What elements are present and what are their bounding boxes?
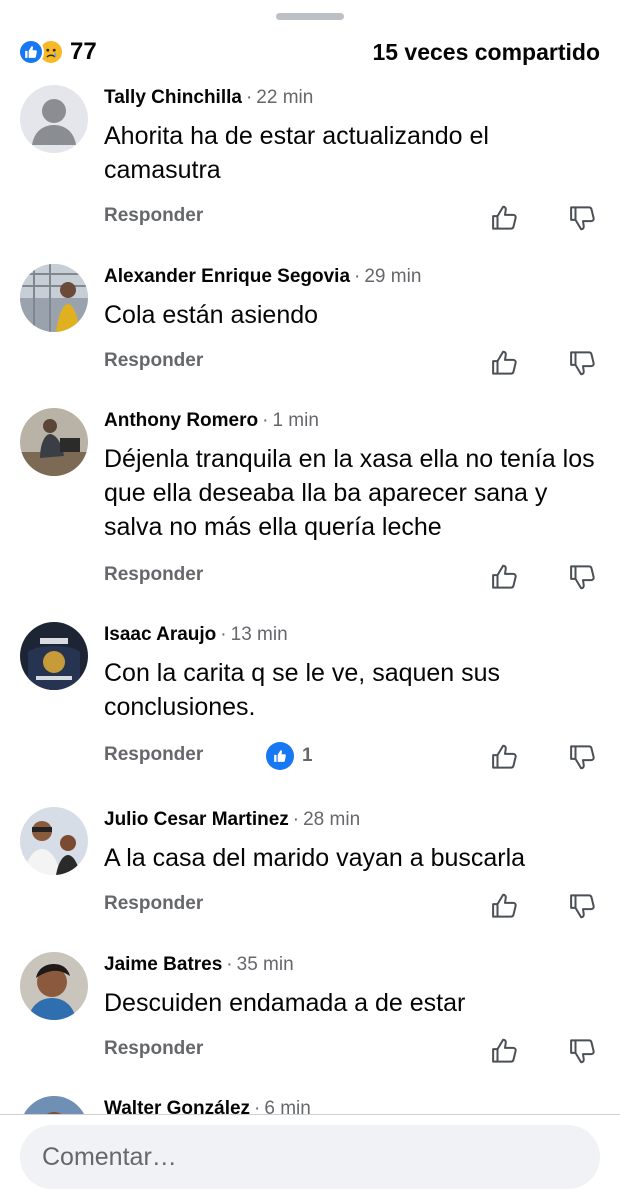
comment-actions: Responder bbox=[104, 350, 598, 380]
comment-meta: Julio Cesar Martinez · 28 min bbox=[104, 809, 361, 830]
commenter-name[interactable]: Tally Chinchilla bbox=[104, 87, 242, 108]
comment-meta: Jaime Batres · 35 min bbox=[104, 954, 294, 975]
comment-time[interactable]: 1 min bbox=[272, 410, 318, 431]
reaction-count: 77 bbox=[70, 38, 97, 65]
commenter-name[interactable]: Isaac Araujo bbox=[104, 624, 216, 645]
comment-time[interactable]: 13 min bbox=[231, 624, 288, 645]
commenter-name[interactable]: Anthony Romero bbox=[104, 410, 258, 431]
thumbs-down-icon[interactable] bbox=[568, 742, 598, 772]
thumbs-down-icon[interactable] bbox=[568, 891, 598, 921]
reply-button[interactable]: Responder bbox=[104, 564, 203, 586]
avatar[interactable] bbox=[20, 85, 88, 153]
comment-meta: Anthony Romero · 1 min bbox=[104, 410, 319, 431]
comment-time[interactable]: 28 min bbox=[303, 809, 360, 830]
reply-button[interactable]: Responder bbox=[104, 893, 203, 915]
comment-time[interactable]: 22 min bbox=[256, 87, 313, 108]
comment-meta: Isaac Araujo · 13 min bbox=[104, 624, 288, 645]
comment-likes[interactable]: 1 bbox=[266, 742, 313, 770]
comment-meta: Alexander Enrique Segovia · 29 min bbox=[104, 266, 422, 287]
comment-list[interactable]: 77 15 veces compartido Tally Chinchilla ·… bbox=[0, 0, 620, 1114]
reactions-header: 77 15 veces compartido bbox=[18, 34, 600, 70]
avatar[interactable] bbox=[20, 264, 88, 332]
comment-text: Déjenla tranquila en la xasa ella no ten… bbox=[104, 445, 595, 541]
comment-composer bbox=[20, 1125, 600, 1189]
thumbs-down-icon[interactable] bbox=[568, 203, 598, 233]
reply-button[interactable]: Responder bbox=[104, 744, 203, 766]
reaction-summary[interactable]: 77 bbox=[18, 38, 97, 66]
thumbs-up-icon[interactable] bbox=[490, 562, 520, 592]
commenter-name[interactable]: Jaime Batres bbox=[104, 954, 222, 975]
commenter-name[interactable]: Walter González bbox=[104, 1098, 250, 1114]
comment-time[interactable]: 29 min bbox=[364, 266, 421, 287]
comment-input[interactable] bbox=[20, 1125, 600, 1189]
comment-time[interactable]: 6 min bbox=[264, 1098, 310, 1114]
comment-meta: Walter González · 6 min bbox=[104, 1098, 311, 1114]
comment-text: Cola están asiendo bbox=[104, 301, 319, 329]
reply-button[interactable]: Responder bbox=[104, 205, 203, 227]
thumbs-up-icon[interactable] bbox=[490, 891, 520, 921]
comments-sheet: 77 15 veces compartido Tally Chinchilla ·… bbox=[0, 0, 620, 1200]
thumbs-down-icon[interactable] bbox=[568, 562, 598, 592]
avatar[interactable] bbox=[20, 952, 88, 1020]
avatar[interactable] bbox=[20, 1096, 88, 1114]
comment-text: Ahorita ha de estar actualizando el cama… bbox=[104, 122, 489, 184]
reply-button[interactable]: Responder bbox=[104, 350, 203, 372]
comment-actions: Responder bbox=[104, 893, 598, 923]
like-icon bbox=[266, 742, 294, 770]
avatar[interactable] bbox=[20, 408, 88, 476]
commenter-name[interactable]: Julio Cesar Martinez bbox=[104, 809, 289, 830]
avatar[interactable] bbox=[20, 622, 88, 690]
thumbs-down-icon[interactable] bbox=[568, 348, 598, 378]
avatar[interactable] bbox=[20, 807, 88, 875]
comment-time[interactable]: 35 min bbox=[237, 954, 294, 975]
thumbs-up-icon[interactable] bbox=[490, 348, 520, 378]
thumbs-up-icon[interactable] bbox=[490, 203, 520, 233]
comment-actions: Responder bbox=[104, 205, 598, 235]
share-count[interactable]: 15 veces compartido bbox=[372, 39, 600, 66]
thumbs-down-icon[interactable] bbox=[568, 1036, 598, 1066]
comment-actions: Responder bbox=[104, 564, 598, 594]
thumbs-up-icon[interactable] bbox=[490, 742, 520, 772]
commenter-name[interactable]: Alexander Enrique Segovia bbox=[104, 266, 350, 287]
comment-text: A la casa del marido vayan a buscarla bbox=[104, 844, 526, 872]
composer-divider bbox=[0, 1114, 620, 1115]
thumbs-up-icon[interactable] bbox=[490, 1036, 520, 1066]
reply-button[interactable]: Responder bbox=[104, 1038, 203, 1060]
comment-text: Descuiden endamada a de estar bbox=[104, 989, 466, 1017]
comment-text: Con la carita q se le ve, saquen sus con… bbox=[104, 659, 501, 721]
like-icon bbox=[18, 39, 44, 65]
like-count: 1 bbox=[302, 745, 313, 766]
comment-actions: Responder bbox=[104, 1038, 598, 1068]
comment-actions: Responder 1 bbox=[104, 742, 598, 774]
comment-meta: Tally Chinchilla · 22 min bbox=[104, 87, 314, 108]
